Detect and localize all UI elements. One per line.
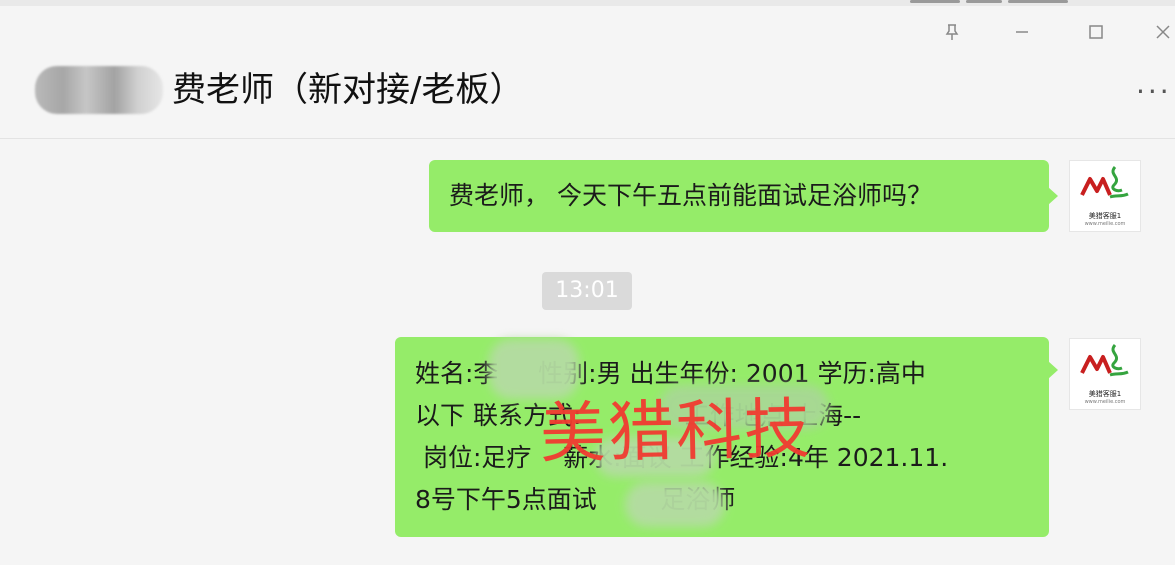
top-strip-overflow: [910, 0, 1140, 6]
message-bubble[interactable]: 费老师， 今天下午五点前能面试足浴师吗？: [429, 160, 1058, 232]
sender-avatar[interactable]: 美猎客服1 www.meilie.com: [1069, 338, 1141, 410]
sender-logo-caption: 美猎客服1: [1088, 390, 1122, 398]
redaction-blur: [625, 482, 725, 527]
more-options-button[interactable]: ···: [1136, 78, 1172, 106]
redaction-blur: [489, 339, 579, 399]
message-text: 费老师， 今天下午五点前能面试足浴师吗？: [449, 181, 932, 210]
sender-logo-subtext: www.meilie.com: [1084, 399, 1126, 405]
timestamp: 13:01: [542, 272, 632, 310]
minimize-icon[interactable]: [1008, 18, 1036, 46]
pin-icon[interactable]: [938, 18, 966, 46]
sender-logo-subtext: www.meilie.com: [1084, 221, 1126, 227]
maximize-icon[interactable]: [1082, 18, 1110, 46]
sender-avatar[interactable]: 美猎客服1 www.meilie.com: [1069, 160, 1141, 232]
watermark: 美猎科技: [539, 390, 813, 473]
blurred-avatar[interactable]: [35, 66, 163, 114]
sender-logo-caption: 美猎客服1: [1088, 212, 1122, 220]
chat-header: 费老师（新对接/老板） ···: [0, 44, 1175, 139]
chat-title: 费老师（新对接/老板）: [172, 70, 524, 110]
close-icon[interactable]: [1150, 18, 1175, 46]
